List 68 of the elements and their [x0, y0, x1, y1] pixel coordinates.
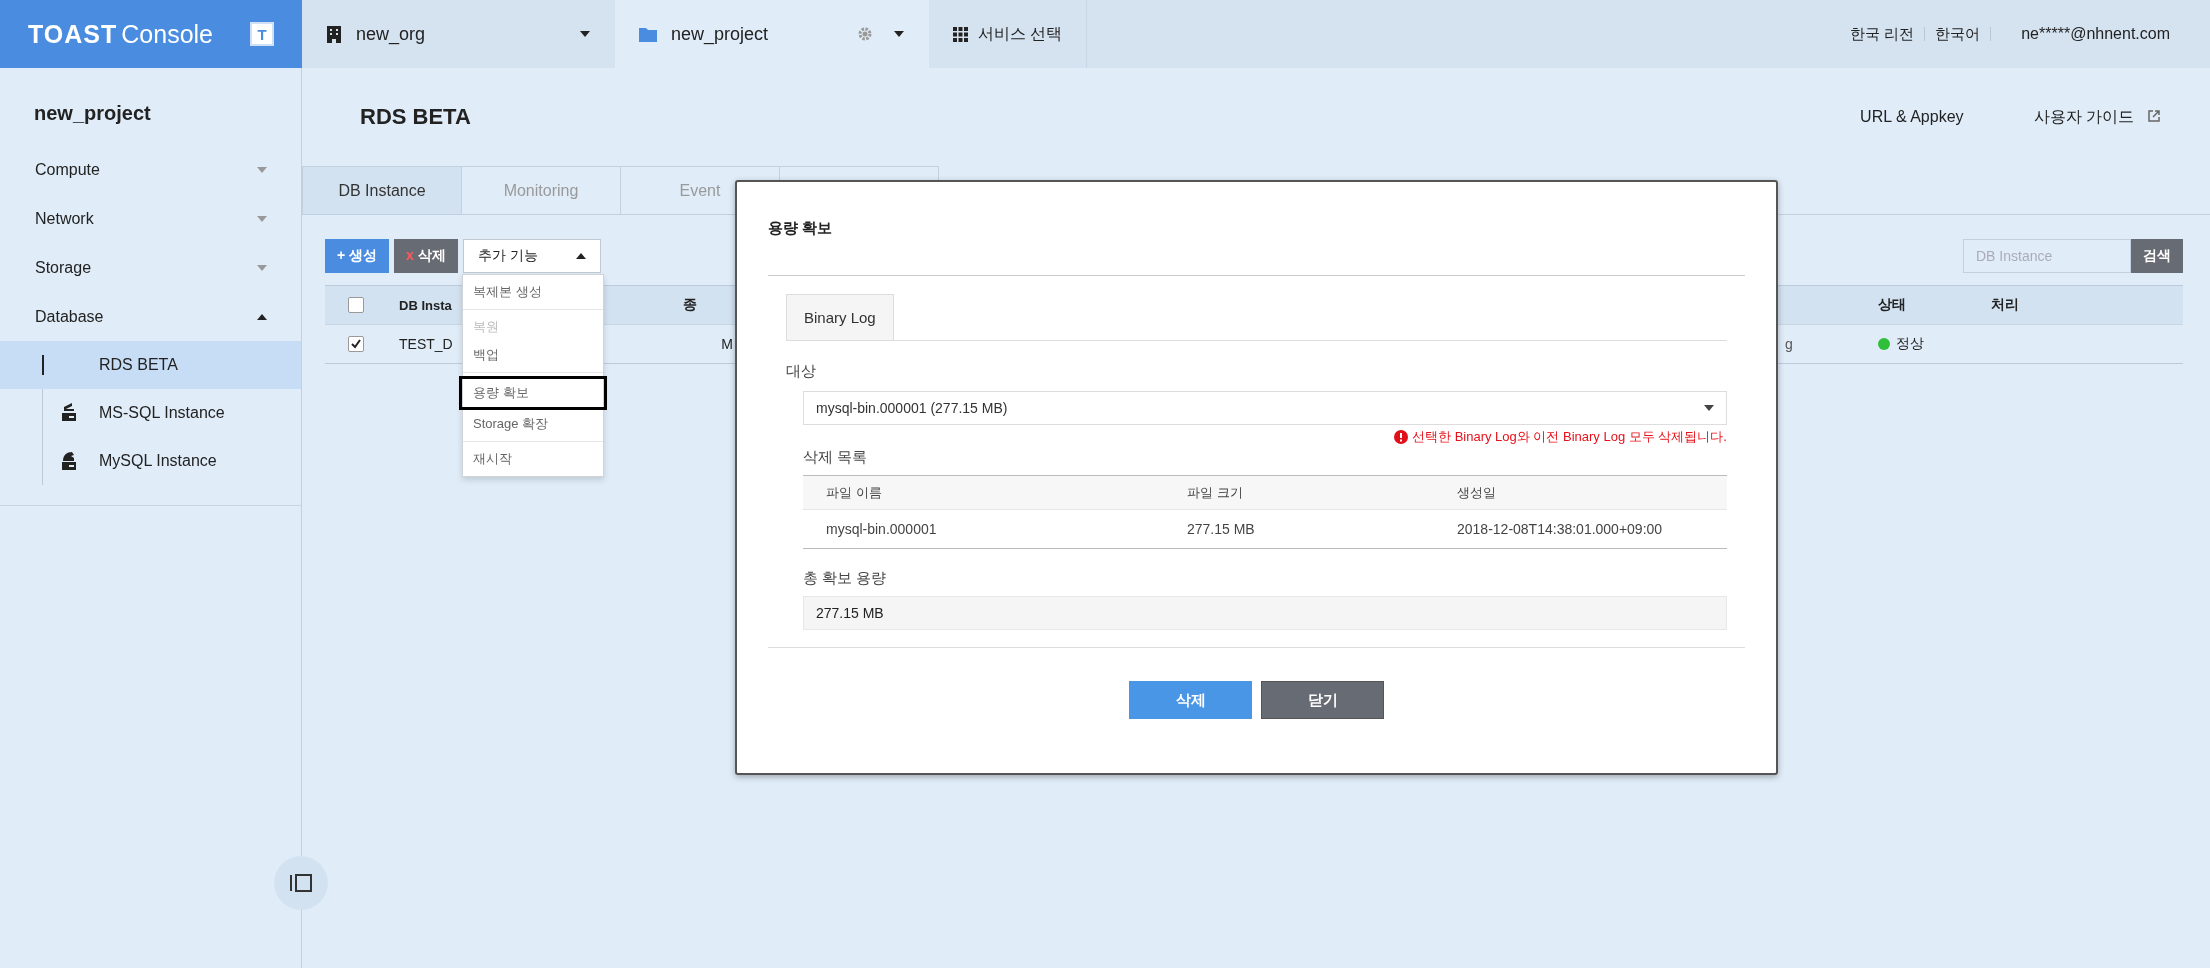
user-email[interactable]: ne*****@nhnent.com: [1991, 27, 2180, 41]
field-label: 대상: [786, 362, 817, 381]
header-link[interactable]: URL & Appkey: [1860, 108, 1964, 126]
search-button[interactable]: 검색: [2131, 239, 2183, 273]
status-text: 정상: [1896, 335, 1924, 353]
table-cell-text: 2018-12-08T14:38:01.000+09:00: [1456, 521, 1663, 537]
caret-down-icon: [257, 215, 267, 222]
database-server-icon: [60, 403, 78, 423]
menu-item[interactable]: 복제본 생성: [463, 278, 603, 306]
tab[interactable]: Binary Log: [786, 294, 894, 340]
section-label: 삭제 목록: [803, 448, 869, 467]
table-cell-text: mysql-bin.000001: [825, 521, 938, 537]
menu-item[interactable]: 백업: [463, 341, 603, 369]
sidebar-item[interactable]: Network: [0, 194, 301, 243]
database-server-icon: [60, 451, 78, 471]
column-header: 파일 크기: [1186, 483, 1244, 502]
caret-icon: [893, 30, 905, 38]
column-header: DB Insta: [399, 297, 453, 313]
sidebar-subitem[interactable]: MS-SQL Instance: [0, 389, 301, 437]
sidebar-subitem[interactable]: MySQL Instance: [0, 437, 301, 485]
grid-icon: [953, 26, 968, 42]
caret-down-icon: [257, 264, 267, 271]
header-link[interactable]: 사용자 가이드: [2033, 106, 2160, 128]
table-cell-text: TEST_D: [399, 336, 454, 352]
column-header: 종: [683, 296, 698, 314]
checkbox[interactable]: [348, 336, 364, 352]
caret-up-icon: [575, 253, 586, 259]
tab[interactable]: DB Instance: [302, 166, 462, 214]
total-field: 277.15 MB: [803, 596, 1727, 630]
dialog-title: 용량 확보: [768, 182, 1745, 276]
caret-down-icon: [1704, 405, 1714, 411]
page-title: RDS BETA: [360, 104, 471, 130]
search-field[interactable]: DB Instance: [1963, 239, 2131, 273]
delete-button[interactable]: x 삭제: [394, 239, 458, 273]
sidebar-item[interactable]: Storage: [0, 243, 301, 292]
caret-down-icon: [257, 166, 267, 173]
building-icon: [326, 25, 342, 43]
region-link[interactable]: 한국 리전: [1840, 27, 1926, 41]
external-link-icon: [2148, 109, 2160, 122]
caret-icon: [579, 30, 591, 38]
sidebar-item[interactable]: Database: [0, 292, 301, 341]
folder-icon: [639, 26, 657, 42]
menu-item[interactable]: 용량 확보: [459, 376, 607, 410]
target-select[interactable]: mysql-bin.000001 (277.15 MB): [803, 391, 1727, 425]
sidebar-toggle-icon: [290, 874, 312, 892]
sidebar-subitem[interactable]: RDS BETA: [0, 341, 301, 389]
section-label: 총 확보 용량: [803, 569, 888, 588]
language-link[interactable]: 한국어: [1925, 27, 1992, 41]
error-icon: [1394, 430, 1408, 444]
table-cell-text: M: [720, 336, 733, 352]
menu-item[interactable]: 재시작: [463, 445, 603, 473]
project-selector[interactable]: new_project: [615, 0, 929, 68]
org-selector[interactable]: new_org: [302, 0, 615, 68]
table-cell-text: 277.15 MB: [1186, 521, 1256, 537]
project-name: new_project: [33, 101, 152, 126]
column-header: 처리: [1991, 296, 2020, 314]
table-cell-text: g: [1785, 336, 1794, 352]
checkbox[interactable]: [348, 297, 364, 313]
close-button[interactable]: 닫기: [1261, 681, 1384, 719]
column-header: 생성일: [1456, 483, 1496, 502]
sidebar-item[interactable]: Compute: [0, 145, 301, 194]
service-selector[interactable]: 서비스 선택: [929, 0, 1088, 68]
column-header: 파일 이름: [825, 483, 883, 502]
menu-item[interactable]: Storage 확장: [463, 410, 603, 438]
column-header: 상태: [1878, 296, 1907, 314]
more-actions-dropdown[interactable]: 추가 기능: [462, 239, 601, 273]
warning-message: 선택한 Binary Log와 이전 Binary Log 모두 삭제됩니다.: [1412, 428, 1727, 446]
caret-up-icon: [257, 313, 267, 320]
